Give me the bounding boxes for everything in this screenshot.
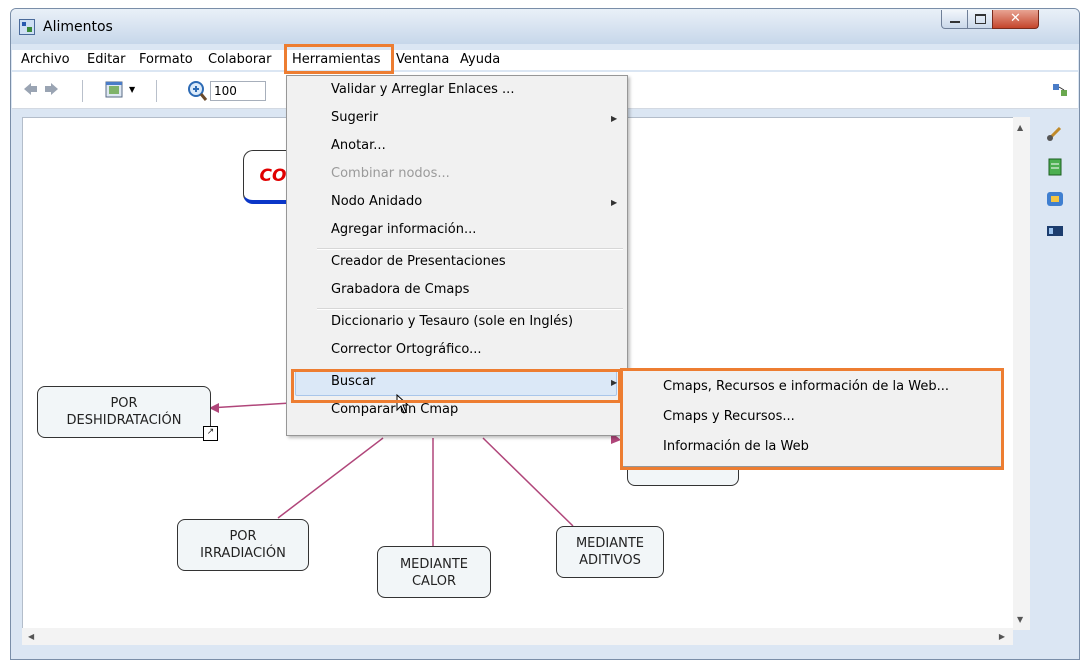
vertical-scrollbar[interactable]: ▲ ▼ <box>1013 117 1030 630</box>
menu-separator <box>317 308 623 310</box>
menu-bar: Archivo Editar Formato Colaborar Herrami… <box>12 50 1078 70</box>
concept-node-aditivos[interactable]: MEDIANTE ADITIVOS <box>556 526 664 578</box>
menu-item-diccionario[interactable]: Diccionario y Tesauro (sole en Inglés) <box>331 314 573 329</box>
zoom-level-input[interactable]: 100 <box>210 81 266 101</box>
scroll-right-icon[interactable]: ▶ <box>999 632 1005 641</box>
close-icon: ✕ <box>1010 11 1021 26</box>
node-line: MEDIANTE <box>575 536 645 551</box>
menu-item-grabadora[interactable]: Grabadora de Cmaps <box>331 282 469 297</box>
menu-item-nodo-anidado[interactable]: Nodo Anidado <box>331 194 422 209</box>
menu-item-validar[interactable]: Validar y Arreglar Enlaces ... <box>331 82 514 97</box>
menu-item-agregar-informacion[interactable]: Agregar información... <box>331 222 476 237</box>
zoom-in-icon[interactable] <box>186 80 208 102</box>
menu-ventana[interactable]: Ventana <box>396 52 449 67</box>
back-arrow-icon[interactable] <box>22 81 38 97</box>
menu-item-corrector[interactable]: Corrector Ortográfico... <box>331 342 482 357</box>
minimize-button[interactable] <box>941 10 968 29</box>
title-bar[interactable]: Alimentos ✕ <box>11 9 1079 44</box>
submenu-arrow-icon: ▶ <box>611 198 618 207</box>
menu-item-combinar-nodos: Combinar nodos... <box>331 166 450 181</box>
menu-item-anotar[interactable]: Anotar... <box>331 138 386 153</box>
node-line: MEDIANTE <box>399 557 469 572</box>
scroll-up-icon[interactable]: ▲ <box>1017 123 1023 132</box>
view-icon[interactable] <box>104 79 126 101</box>
styles-brush-icon[interactable] <box>1046 124 1064 142</box>
cmap-app-icon <box>19 19 35 35</box>
menu-item-comparar[interactable]: Comparar un Cmap <box>331 402 458 417</box>
collaboration-icon[interactable] <box>1052 81 1070 99</box>
menu-item-creador-presentaciones[interactable]: Creador de Presentaciones <box>331 254 506 269</box>
submenu-arrow-icon: ▶ <box>611 114 618 123</box>
node-line: POR <box>229 529 257 544</box>
concept-node-irradiacion[interactable]: POR IRRADIACIÓN <box>177 519 309 571</box>
concept-node-calor[interactable]: MEDIANTE CALOR <box>377 546 491 598</box>
node-line: DESHIDRATACIÓN <box>66 413 182 428</box>
notes-document-icon[interactable] <box>1046 158 1064 176</box>
view-dropdown-icon[interactable]: ▼ <box>129 85 135 94</box>
menu-editar[interactable]: Editar <box>87 52 126 67</box>
concept-node-deshidratacion[interactable]: POR DESHIDRATACIÓN ↗ <box>37 386 218 441</box>
menu-ayuda[interactable]: Ayuda <box>460 52 500 67</box>
menu-item-sugerir[interactable]: Sugerir <box>331 110 378 125</box>
horizontal-scrollbar[interactable]: ◀ ▶ <box>22 628 1013 645</box>
toolbar-divider <box>156 80 157 102</box>
window-title: Alimentos <box>43 19 113 35</box>
close-button[interactable]: ✕ <box>992 10 1039 29</box>
forward-arrow-icon[interactable] <box>44 81 60 97</box>
presentation-icon[interactable] <box>1046 224 1064 238</box>
submenu-highlight-box <box>620 368 1004 470</box>
menu-archivo[interactable]: Archivo <box>21 52 70 67</box>
cmap-info-icon[interactable] <box>1046 190 1064 208</box>
herramientas-highlight-box <box>284 44 394 74</box>
menu-colaborar[interactable]: Colaborar <box>208 52 271 67</box>
scroll-left-icon[interactable]: ◀ <box>28 632 34 641</box>
node-line: IRRADIACIÓN <box>200 546 286 561</box>
menu-separator <box>317 248 623 250</box>
node-line: CALOR <box>411 574 456 589</box>
link-shortcut-icon[interactable]: ↗ <box>203 426 218 441</box>
buscar-highlight-box <box>291 369 621 403</box>
scroll-down-icon[interactable]: ▼ <box>1017 615 1023 624</box>
node-line: POR <box>110 396 138 411</box>
toolbar-divider <box>82 80 83 102</box>
maximize-button[interactable] <box>967 10 993 29</box>
node-line: ADITIVOS <box>579 553 641 568</box>
menu-formato[interactable]: Formato <box>139 52 193 67</box>
